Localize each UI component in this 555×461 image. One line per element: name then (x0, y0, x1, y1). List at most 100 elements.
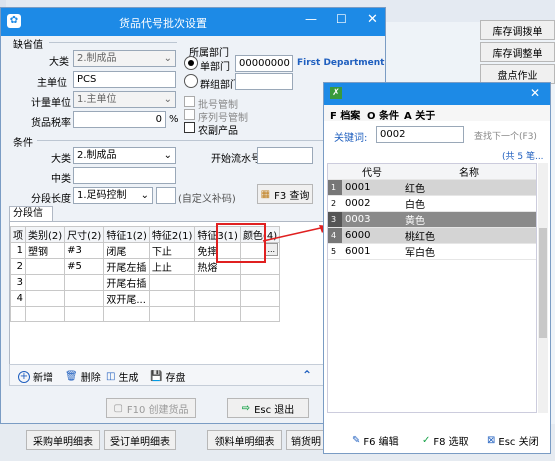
defaults-divider (49, 42, 177, 43)
col-code: 代号 (342, 164, 402, 180)
keyword-input[interactable]: 0002 (376, 126, 464, 143)
table-row[interactable] (10, 306, 281, 322)
menu-about[interactable]: A 关于 (404, 107, 435, 122)
batch-checkbox[interactable] (184, 96, 195, 107)
create-item-button[interactable]: ▢ F10 创建货品 (106, 398, 196, 418)
scrollbar-thumb[interactable] (539, 228, 547, 338)
dept-name: First Department (297, 58, 385, 68)
chevron-down-icon: ⌄ (163, 53, 172, 64)
agri-checkbox[interactable] (184, 122, 195, 133)
start-serial-field[interactable] (257, 147, 313, 164)
calc-unit-select[interactable]: 1.主单位 ⌄ (73, 91, 176, 108)
bg-stock-adjust-button[interactable]: 库存调整单 (480, 42, 555, 62)
serial-checkbox[interactable] (184, 109, 195, 120)
row-marker: 1 (328, 179, 342, 196)
table-row[interactable]: 4 双开尾... (10, 290, 281, 307)
close-box-icon: ⊠ (487, 435, 496, 446)
app-icon: ✿ (7, 14, 21, 28)
popup-list: 代号 名称 1 0001 红色 2 0002 白色 3 0003 黄色 4 60… (327, 163, 537, 413)
dialog-title-bar: ✿ 货品代号批次设置 — ☐ ✕ (1, 8, 385, 36)
check-icon: ✓ (422, 435, 431, 446)
chevron-down-icon: ⌄ (163, 150, 172, 161)
edit-button[interactable]: ✎ F6 编辑 (352, 433, 399, 448)
create-icon: ▢ (113, 402, 123, 414)
tax-unit: % (169, 114, 179, 125)
minimize-icon[interactable]: — (305, 12, 317, 26)
edit-icon: ✎ (352, 435, 361, 446)
select-button[interactable]: ✓ F8 选取 (422, 433, 469, 448)
bg-sales-detail-button[interactable]: 销货明 (286, 430, 326, 450)
close-icon[interactable]: ✕ (367, 12, 378, 27)
col-index: 项 (10, 226, 26, 243)
bg-stocktake-button[interactable]: 盘点作业 (480, 64, 555, 84)
col-feature2: 特征2(1) (148, 226, 196, 243)
generate-button[interactable]: ◫ 生成 (106, 369, 138, 384)
custom-code-label: (自定义补码) (178, 194, 236, 205)
seg-length-extra[interactable] (156, 187, 176, 204)
dept-single-label: 单部门 (200, 62, 230, 73)
mid-category-field[interactable] (73, 167, 176, 184)
bg-issue-detail-button[interactable]: 领料单明细表 (207, 430, 282, 450)
list-item[interactable]: 2 0002 白色 (328, 195, 536, 212)
popup-app-icon: ✗ (330, 87, 342, 99)
chevron-up-icon[interactable]: ⌃ (302, 368, 312, 382)
seg-info-tab[interactable]: 分段信息 (9, 206, 53, 233)
calc-unit-label: 计量单位 (31, 98, 71, 109)
col-category: 类别(2) (24, 226, 66, 243)
grid-toolbar: +新增 🗑删除 ◫生成 💾存盘 ⌃ ⌄ (9, 364, 377, 386)
popup-title-bar: ✗ ✕ (324, 83, 550, 105)
add-button[interactable]: + 新增 (18, 369, 53, 384)
dept-group-label: 群组部门 (200, 80, 240, 91)
list-item[interactable]: 1 0001 红色 (328, 179, 536, 196)
category-select[interactable]: 2.制成品 ⌄ (73, 50, 176, 67)
generate-icon: ◫ (106, 371, 116, 382)
exit-icon: ⇨ (241, 402, 251, 414)
delete-button[interactable]: 🗑 删除 (65, 369, 101, 384)
menu-file[interactable]: F 档案 (330, 107, 360, 122)
search-icon: ▦ (260, 188, 271, 200)
popup-close-icon[interactable]: ✕ (530, 86, 540, 100)
cond-category-label: 大类 (51, 154, 71, 165)
menu-conditions[interactable]: O 条件 (367, 107, 399, 122)
col-name: 名称 (402, 164, 536, 180)
exit-button[interactable]: ⇨ Esc 退出 (227, 398, 309, 418)
save-button[interactable]: 💾 存盘 (150, 369, 185, 384)
seg-length-select[interactable]: 1.足码控制 ⌄ (73, 187, 153, 204)
list-item-selected[interactable]: 3 0003 黄色 (328, 211, 536, 228)
query-button[interactable]: ▦ F3 查询 (257, 184, 313, 204)
chevron-down-icon: ⌄ (140, 190, 149, 201)
bg-stock-transfer-button[interactable]: 库存调拨单 (480, 20, 555, 40)
tax-field[interactable]: 0 (73, 111, 166, 128)
col-feature1: 特征1(2) (103, 226, 150, 243)
list-item[interactable]: 5 6001 军白色 (328, 243, 536, 260)
pointer-arrow (262, 225, 329, 242)
category-label: 大类 (49, 57, 69, 68)
dept-code-field[interactable]: 00000000 (235, 55, 293, 72)
bg-purchase-detail-button[interactable]: 采购单明细表 (26, 430, 100, 450)
table-row[interactable]: 3 开尾右插 (10, 274, 281, 291)
bg-order-detail-button[interactable]: 受订单明细表 (104, 430, 176, 450)
dept-radio-group[interactable] (184, 74, 198, 88)
list-header-row: 代号 名称 (328, 164, 536, 180)
list-item[interactable]: 4 6000 桃红色 (328, 227, 536, 244)
col-size: 尺寸(2) (64, 226, 105, 243)
close-button[interactable]: ⊠ Esc 关闭 (487, 433, 539, 448)
conditions-section-title: 条件 (13, 138, 33, 149)
dept-radio-single[interactable] (184, 56, 198, 70)
main-unit-label: 主单位 (37, 78, 67, 89)
cond-category-select[interactable]: 2.制成品 ⌄ (73, 147, 176, 164)
popup-scrollbar[interactable] (538, 163, 548, 413)
trash-icon: 🗑 (65, 371, 78, 382)
find-next-button[interactable]: 查找下一个(F3) (474, 129, 537, 142)
main-unit-field[interactable]: PCS (73, 71, 176, 88)
start-serial-label: 开始流水号 (211, 154, 261, 165)
maximize-icon[interactable]: ☐ (336, 12, 347, 26)
popup-menubar: F 档案 O 条件 A 关于 (324, 105, 550, 122)
color-column-highlight (216, 223, 266, 263)
add-icon: + (18, 370, 30, 383)
dialog-title: 货品代号批次设置 (119, 17, 207, 30)
mid-category-label: 中类 (51, 174, 71, 185)
tax-label: 货品税率 (31, 118, 71, 129)
record-count: (共 5 笔... (502, 152, 544, 162)
dept-group-field[interactable] (235, 73, 293, 90)
